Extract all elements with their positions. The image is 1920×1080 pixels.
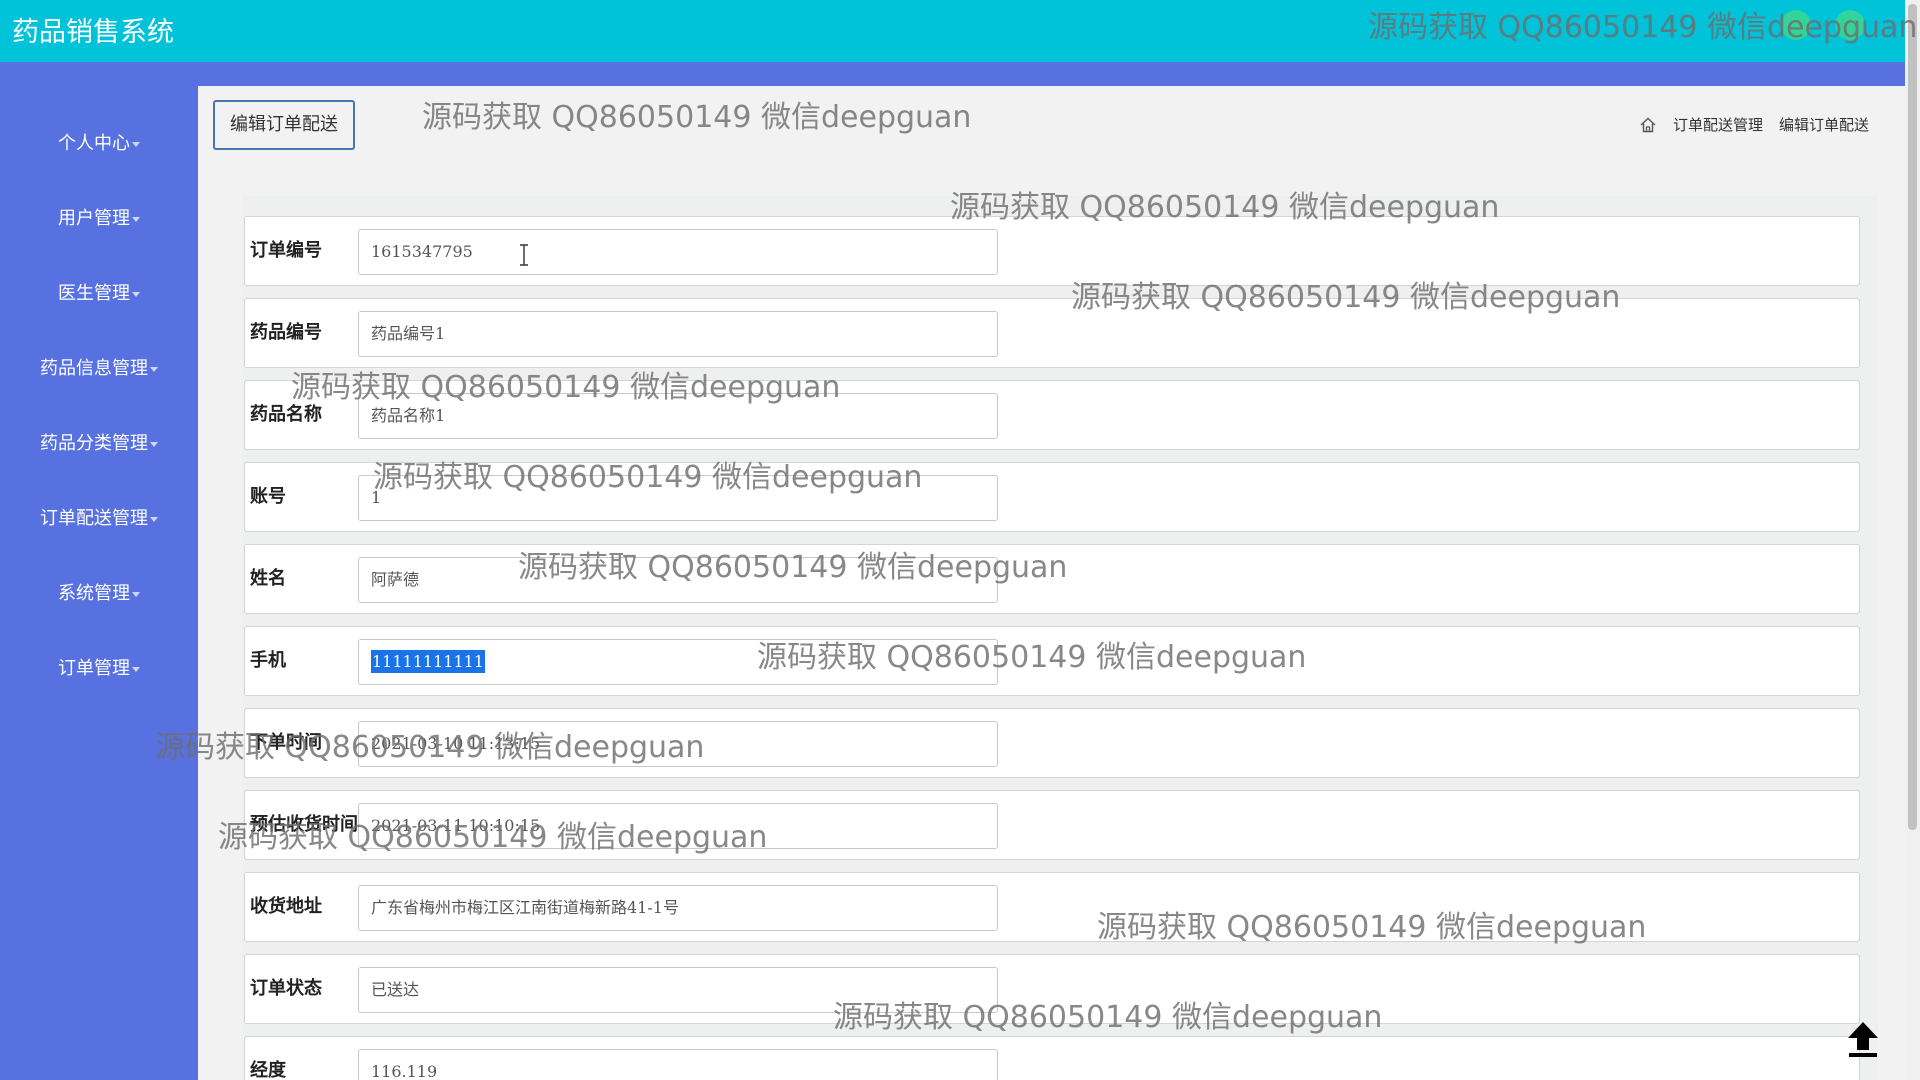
field-label: 药品编号 (250, 322, 322, 343)
page-scrollbar[interactable] (1905, 0, 1920, 1080)
field-label: 经度 (250, 1060, 286, 1080)
sidebar-item-label: 医生管理 (58, 283, 130, 304)
header-strip (0, 62, 1905, 86)
home-icon[interactable] (1639, 116, 1657, 134)
sidebar: 个人中心 用户管理 医生管理 药品信息管理 药品分类管理 订单配送管理 系统管理… (0, 86, 198, 1080)
sidebar-item-drug-category-management[interactable]: 药品分类管理 (0, 429, 198, 459)
field-label: 订单编号 (250, 240, 322, 261)
field-label: 账号 (250, 486, 286, 507)
delivery-address-input[interactable]: 广东省梅州市梅江区江南街道梅新路41-1号 (358, 885, 998, 931)
account-input[interactable]: 1 (358, 475, 998, 521)
phone-value-selected: 11111111111 (371, 650, 485, 673)
caret-down-icon (150, 516, 158, 522)
sidebar-item-user-management[interactable]: 用户管理 (0, 204, 198, 234)
form-row-name: 姓名 阿萨德 (244, 544, 1860, 614)
sidebar-item-label: 个人中心 (58, 133, 130, 154)
form-row-delivery-address: 收货地址 广东省梅州市梅江区江南街道梅新路41-1号 (244, 872, 1860, 942)
breadcrumb: 订单配送管理 编辑订单配送 (1639, 114, 1869, 135)
order-status-input[interactable]: 已送达 (358, 967, 998, 1013)
sidebar-item-personal-center[interactable]: 个人中心 (0, 129, 198, 159)
up-arrow-icon[interactable] (1845, 1020, 1881, 1058)
sidebar-item-label: 订单管理 (58, 658, 130, 679)
form-row-longitude: 经度 116.119 (244, 1036, 1860, 1080)
top-bar: 药品销售系统 (0, 0, 1905, 62)
order-time-input[interactable]: 2021-03-10 11:13:15 (358, 721, 998, 767)
drug-name-input[interactable]: 药品名称1 (358, 393, 998, 439)
caret-down-icon (132, 666, 140, 672)
sidebar-item-order-management[interactable]: 订单管理 (0, 654, 198, 684)
name-input[interactable]: 阿萨德 (358, 557, 998, 603)
field-label: 下单时间 (250, 732, 322, 753)
caret-down-icon (150, 441, 158, 447)
form-row-estimated-delivery-time: 预估收货时间 2021-03-11 10:10:15 (244, 790, 1860, 860)
breadcrumb-level2: 编辑订单配送 (1778, 116, 1869, 134)
sidebar-item-label: 用户管理 (58, 208, 130, 229)
breadcrumb-level1[interactable]: 订单配送管理 (1673, 114, 1763, 135)
form-row-drug-number: 药品编号 药品编号1 (244, 298, 1860, 368)
form-row-phone: 手机 11111111111 (244, 626, 1860, 696)
main-content: 编辑订单配送 订单配送管理 编辑订单配送 订单编号 1615347795 药品编… (198, 86, 1905, 1080)
field-label: 手机 (250, 650, 286, 671)
form-row-drug-name: 药品名称 药品名称1 (244, 380, 1860, 450)
sidebar-item-doctor-management[interactable]: 医生管理 (0, 279, 198, 309)
scrollbar-thumb[interactable] (1908, 4, 1917, 830)
estimated-delivery-time-input[interactable]: 2021-03-11 10:10:15 (358, 803, 998, 849)
sidebar-item-label: 药品信息管理 (40, 358, 148, 379)
form-row-order-status: 订单状态 已送达 (244, 954, 1860, 1024)
caret-down-icon (150, 366, 158, 372)
sidebar-item-label: 药品分类管理 (40, 433, 148, 454)
sidebar-item-label: 系统管理 (58, 583, 130, 604)
app-title: 药品销售系统 (12, 17, 174, 48)
form-row-order-time: 下单时间 2021-03-10 11:13:15 (244, 708, 1860, 778)
phone-input[interactable]: 11111111111 (358, 639, 998, 685)
form-row-account: 账号 1 (244, 462, 1860, 532)
text-cursor-icon (520, 244, 528, 266)
caret-down-icon (132, 216, 140, 222)
field-label: 预估收货时间 (250, 814, 358, 835)
edit-order-delivery-button[interactable]: 编辑订单配送 (213, 100, 355, 150)
caret-down-icon (132, 141, 140, 147)
caret-down-icon (132, 591, 140, 597)
sidebar-item-label: 订单配送管理 (40, 508, 148, 529)
form-row-order-number: 订单编号 1615347795 (244, 216, 1860, 286)
drug-number-input[interactable]: 药品编号1 (358, 311, 998, 357)
longitude-input[interactable]: 116.119 (358, 1049, 998, 1080)
sidebar-item-drug-info-management[interactable]: 药品信息管理 (0, 354, 198, 384)
order-number-input[interactable]: 1615347795 (358, 229, 998, 275)
top-actions (1781, 10, 1865, 40)
top-action-button-2[interactable] (1835, 10, 1865, 40)
sidebar-item-system-management[interactable]: 系统管理 (0, 579, 198, 609)
field-label: 姓名 (250, 568, 286, 589)
top-action-button-1[interactable] (1781, 10, 1811, 40)
field-label: 收货地址 (250, 896, 322, 917)
caret-down-icon (132, 291, 140, 297)
field-label: 订单状态 (250, 978, 322, 999)
field-label: 药品名称 (250, 404, 322, 425)
sidebar-item-order-delivery-management[interactable]: 订单配送管理 (0, 504, 198, 534)
